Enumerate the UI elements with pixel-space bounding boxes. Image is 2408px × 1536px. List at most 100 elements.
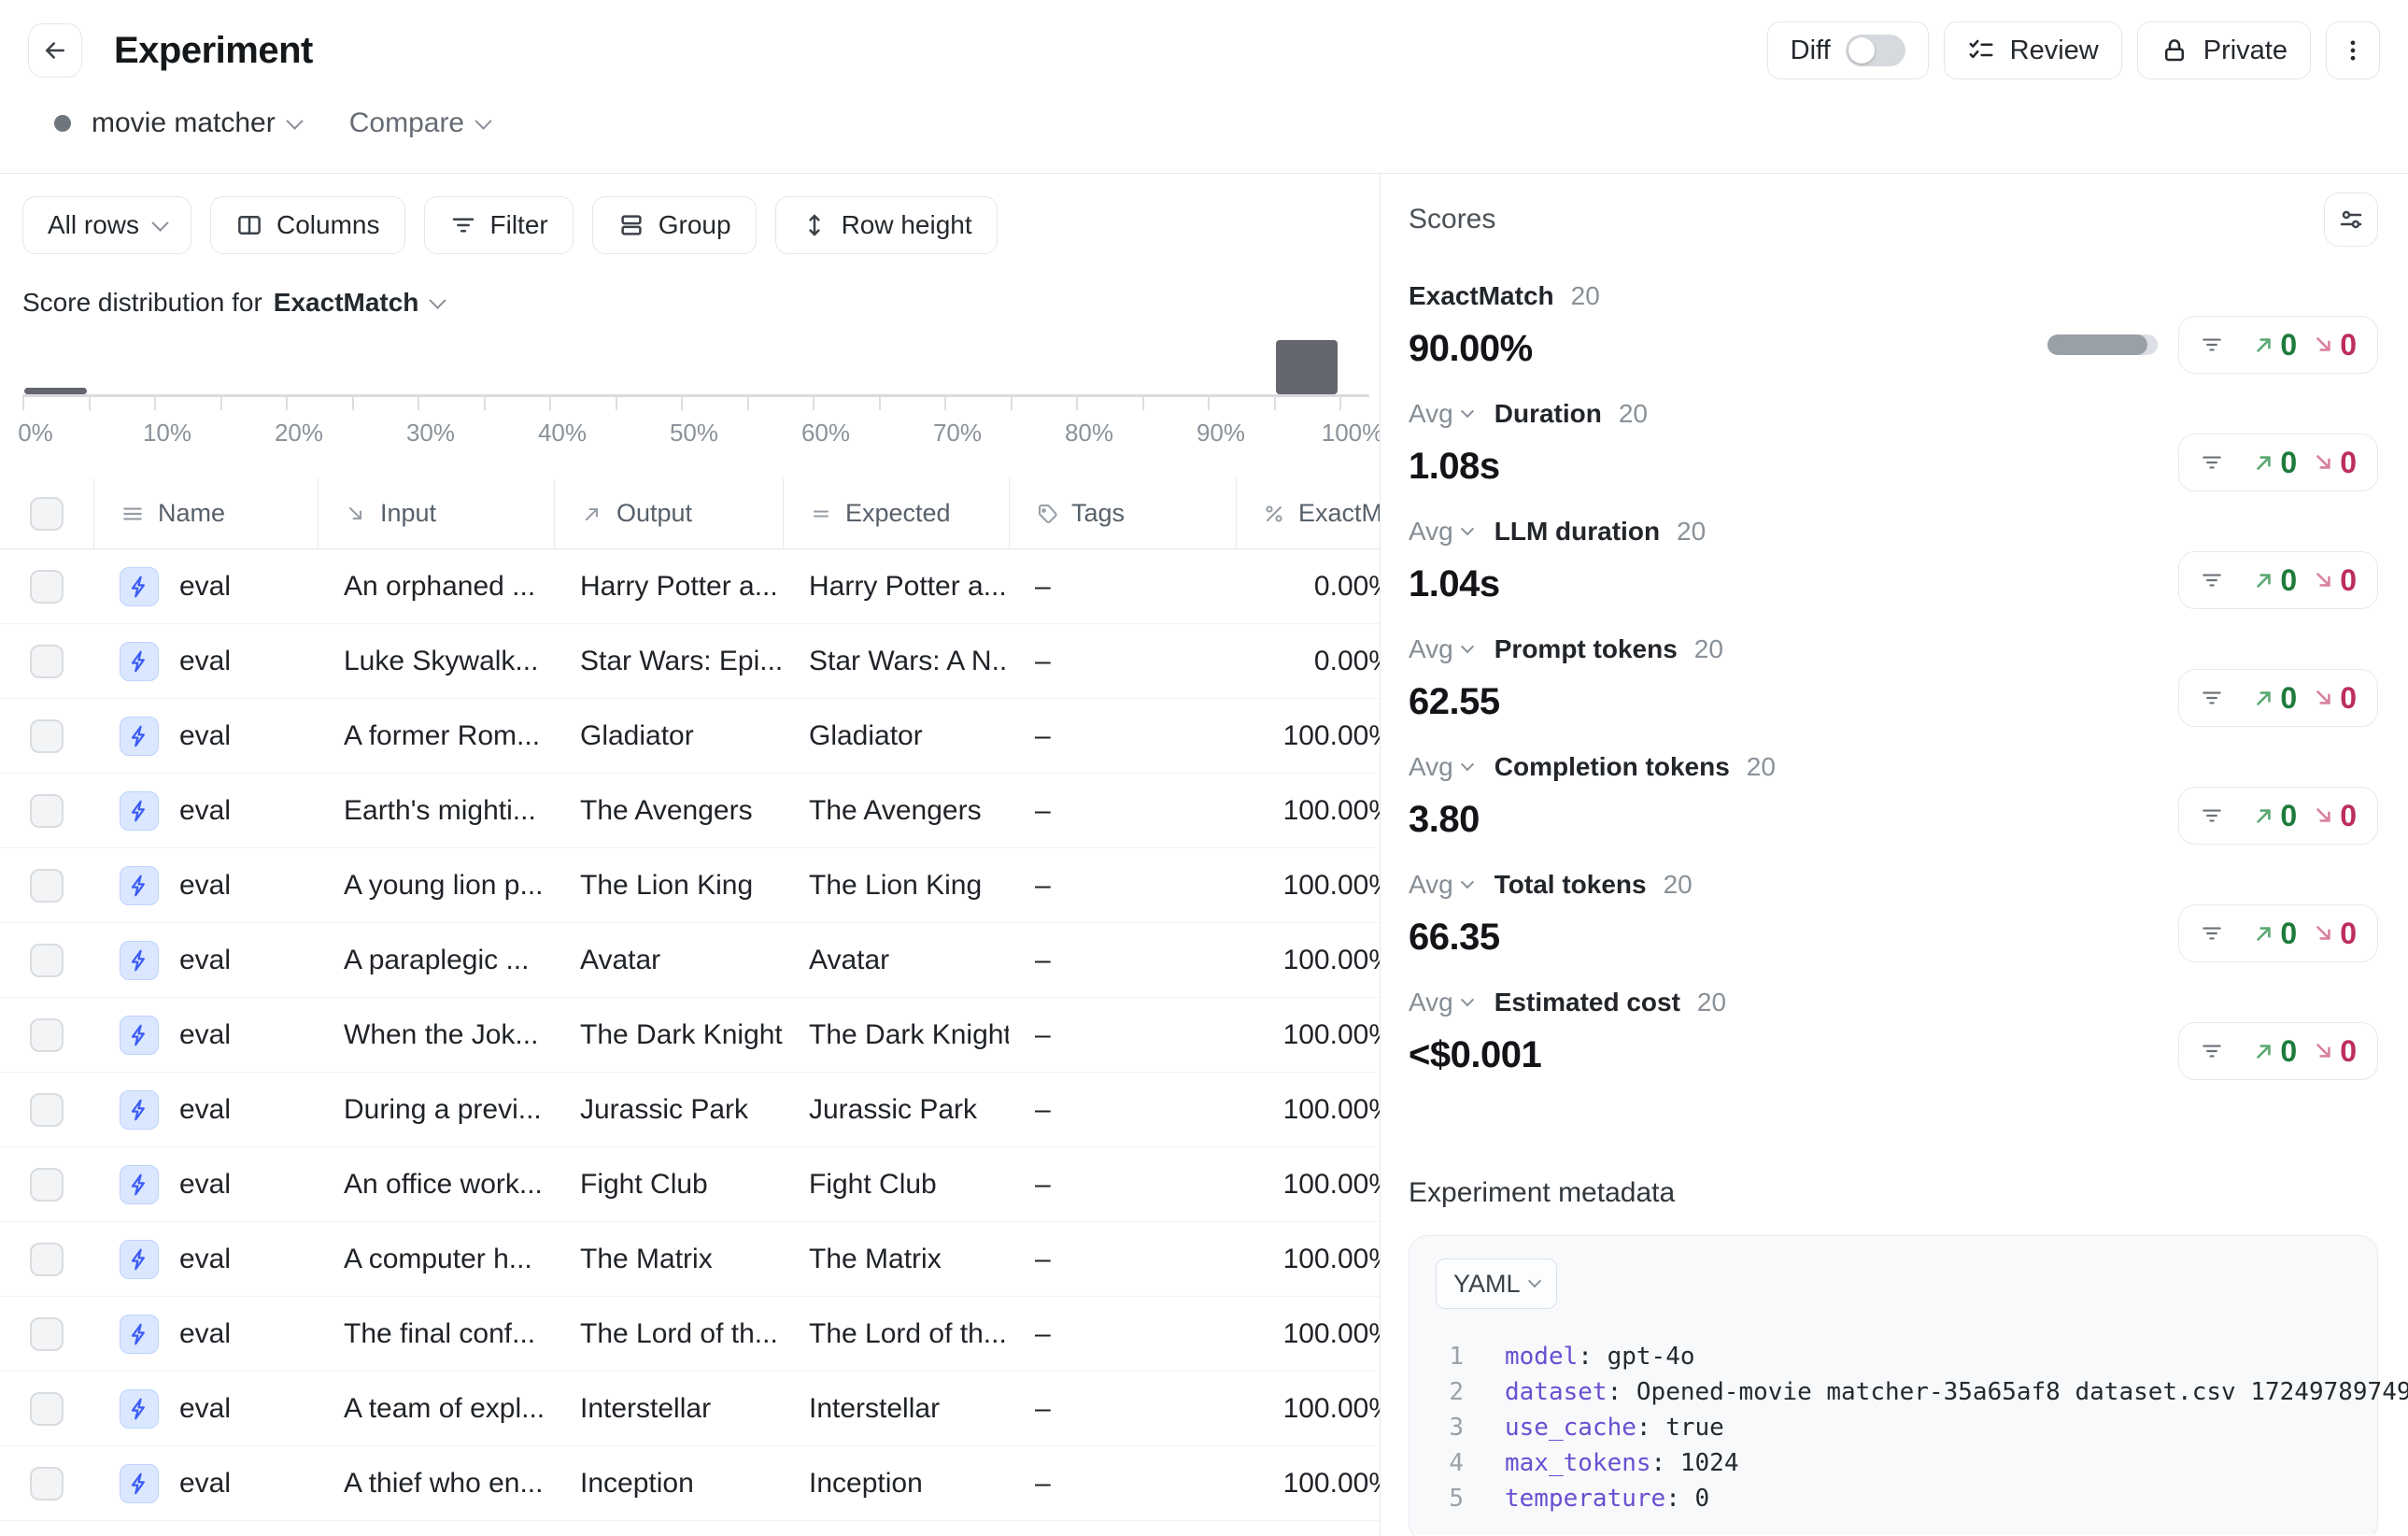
row-input: A thief who en... bbox=[344, 1468, 543, 1500]
row-tags: – bbox=[1035, 795, 1051, 827]
compare-dropdown[interactable]: Compare bbox=[349, 107, 464, 139]
row-checkbox[interactable] bbox=[30, 570, 64, 604]
eval-bolt-icon bbox=[120, 1389, 159, 1429]
metric-filter-pill[interactable]: 0 0 bbox=[2178, 434, 2378, 491]
table-row[interactable]: eval A former Rom... Gladiator Gladiator… bbox=[0, 699, 1381, 774]
column-header-name[interactable]: Name bbox=[93, 478, 318, 548]
axis-tick bbox=[484, 397, 486, 410]
metric-agg-dropdown[interactable]: Avg bbox=[1409, 634, 1472, 664]
row-name: eval bbox=[179, 1019, 231, 1051]
column-header-output[interactable]: Output bbox=[554, 478, 783, 548]
group-button[interactable]: Group bbox=[592, 196, 757, 254]
row-output: Inception bbox=[580, 1468, 694, 1500]
column-header-exactmatch[interactable]: ExactMatch bbox=[1236, 478, 1381, 548]
metric-value: 90.00% bbox=[1409, 323, 1600, 374]
back-button[interactable] bbox=[28, 23, 82, 78]
metric-filter-pill[interactable]: 0 0 bbox=[2178, 551, 2378, 609]
metric-agg-dropdown[interactable]: Avg bbox=[1409, 988, 1472, 1017]
metric-name: Total tokens bbox=[1494, 870, 1647, 900]
row-checkbox[interactable] bbox=[30, 645, 64, 678]
metric-agg-dropdown[interactable]: Avg bbox=[1409, 517, 1472, 547]
columns-icon bbox=[235, 211, 263, 239]
row-checkbox[interactable] bbox=[30, 1168, 64, 1202]
line-number: 5 bbox=[1436, 1481, 1464, 1516]
score-distribution-dropdown[interactable]: Score distribution for ExactMatch bbox=[22, 288, 1380, 318]
format-dropdown[interactable]: YAML bbox=[1436, 1259, 1557, 1309]
table-row[interactable]: eval A young lion p... The Lion King The… bbox=[0, 848, 1381, 923]
metric-filter-pill[interactable]: 0 0 bbox=[2178, 904, 2378, 962]
metric-agg-dropdown[interactable]: Avg bbox=[1409, 870, 1472, 900]
table-row[interactable]: eval A thief who en... Inception Incepti… bbox=[0, 1446, 1381, 1521]
group-label: Group bbox=[659, 210, 731, 240]
axis-tick-label: 10% bbox=[143, 419, 191, 448]
row-checkbox[interactable] bbox=[30, 944, 64, 977]
yaml-value: : 0 bbox=[1665, 1485, 1709, 1513]
axis-tick-label: 40% bbox=[538, 419, 587, 448]
axis-tick-label: 50% bbox=[670, 419, 718, 448]
table-row[interactable]: eval A paraplegic ... Avatar Avatar – 10… bbox=[0, 923, 1381, 998]
metric-filter-pill[interactable]: 0 0 bbox=[2178, 787, 2378, 845]
yaml-value: : Opened-movie matcher-35a65af8 dataset.… bbox=[1608, 1378, 2408, 1406]
metadata-code-card: YAML 1 model: gpt-4o 2 dataset: Opened-m… bbox=[1409, 1235, 2378, 1535]
percent-icon bbox=[1263, 503, 1285, 525]
table-row[interactable]: eval When the Jok... The Dark Knight The… bbox=[0, 998, 1381, 1073]
more-options-button[interactable] bbox=[2326, 21, 2380, 79]
table-row[interactable]: eval A computer h... The Matrix The Matr… bbox=[0, 1222, 1381, 1297]
table-row[interactable]: eval A team of expl... Interstellar Inte… bbox=[0, 1372, 1381, 1446]
arrow-up-right-icon bbox=[2252, 568, 2276, 592]
private-button[interactable]: Private bbox=[2137, 21, 2311, 79]
row-height-button[interactable]: Row height bbox=[775, 196, 998, 254]
row-checkbox[interactable] bbox=[30, 1093, 64, 1127]
axis-tick bbox=[352, 397, 354, 410]
rows-filter-button[interactable]: All rows bbox=[22, 196, 191, 254]
row-tags: – bbox=[1035, 1393, 1051, 1425]
row-input: A computer h... bbox=[344, 1244, 532, 1275]
column-header-input[interactable]: Input bbox=[318, 478, 554, 548]
metric-filter-pill[interactable]: 0 0 bbox=[2178, 1022, 2378, 1080]
experiment-name-dropdown[interactable]: movie matcher bbox=[92, 107, 276, 139]
code-line: 5 temperature: 0 bbox=[1436, 1481, 2351, 1516]
metric-agg-dropdown[interactable]: Avg bbox=[1409, 752, 1472, 782]
regressions-count: 0 bbox=[2312, 917, 2357, 951]
review-button[interactable]: Review bbox=[1944, 21, 2122, 79]
select-all-checkbox[interactable] bbox=[30, 497, 64, 531]
row-checkbox[interactable] bbox=[30, 869, 64, 903]
topbar: Experiment Diff Review Private movie mat… bbox=[0, 0, 2408, 174]
eval-bolt-icon bbox=[120, 642, 159, 681]
column-header-tags[interactable]: Tags bbox=[1009, 478, 1236, 548]
chevron-down-icon bbox=[151, 214, 168, 231]
table-row[interactable]: eval During a previ... Jurassic Park Jur… bbox=[0, 1073, 1381, 1147]
filter-icon bbox=[2200, 804, 2224, 828]
line-number: 4 bbox=[1436, 1445, 1464, 1481]
columns-button[interactable]: Columns bbox=[210, 196, 404, 254]
row-checkbox[interactable] bbox=[30, 1467, 64, 1500]
axis-tick-label: 70% bbox=[933, 419, 982, 448]
arrow-down-right-icon bbox=[2312, 804, 2336, 828]
column-header-expected[interactable]: Expected bbox=[783, 478, 1009, 548]
diff-toggle-button[interactable]: Diff bbox=[1767, 21, 1929, 79]
row-name: eval bbox=[179, 1393, 231, 1425]
table-row[interactable]: eval Earth's mighti... The Avengers The … bbox=[0, 774, 1381, 848]
axis-tick-label: 100% bbox=[1322, 419, 1381, 448]
chevron-down-icon bbox=[430, 292, 446, 308]
table-body: eval An orphaned ... Harry Potter a... H… bbox=[0, 549, 1381, 1521]
metric-filter-pill[interactable]: 0 0 bbox=[2178, 669, 2378, 727]
filter-button[interactable]: Filter bbox=[424, 196, 574, 254]
table-row[interactable]: eval An office work... Fight Club Fight … bbox=[0, 1147, 1381, 1222]
table-row[interactable]: eval The final conf... The Lord of th...… bbox=[0, 1297, 1381, 1372]
row-checkbox[interactable] bbox=[30, 1018, 64, 1052]
table-row[interactable]: eval Luke Skywalk... Star Wars: Epi... S… bbox=[0, 624, 1381, 699]
row-checkbox[interactable] bbox=[30, 719, 64, 753]
row-checkbox[interactable] bbox=[30, 1317, 64, 1351]
metric-agg-dropdown[interactable]: Avg bbox=[1409, 399, 1472, 429]
row-input: An office work... bbox=[344, 1169, 543, 1201]
scores-settings-button[interactable] bbox=[2324, 192, 2378, 247]
yaml-value: : true bbox=[1636, 1414, 1724, 1442]
row-checkbox[interactable] bbox=[30, 1243, 64, 1276]
row-checkbox[interactable] bbox=[30, 1392, 64, 1426]
row-name: eval bbox=[179, 646, 231, 677]
row-checkbox[interactable] bbox=[30, 794, 64, 828]
metric-filter-pill[interactable]: 0 0 bbox=[2178, 316, 2378, 374]
table-row[interactable]: eval An orphaned ... Harry Potter a... H… bbox=[0, 549, 1381, 624]
diff-toggle-switch[interactable] bbox=[1846, 35, 1905, 66]
